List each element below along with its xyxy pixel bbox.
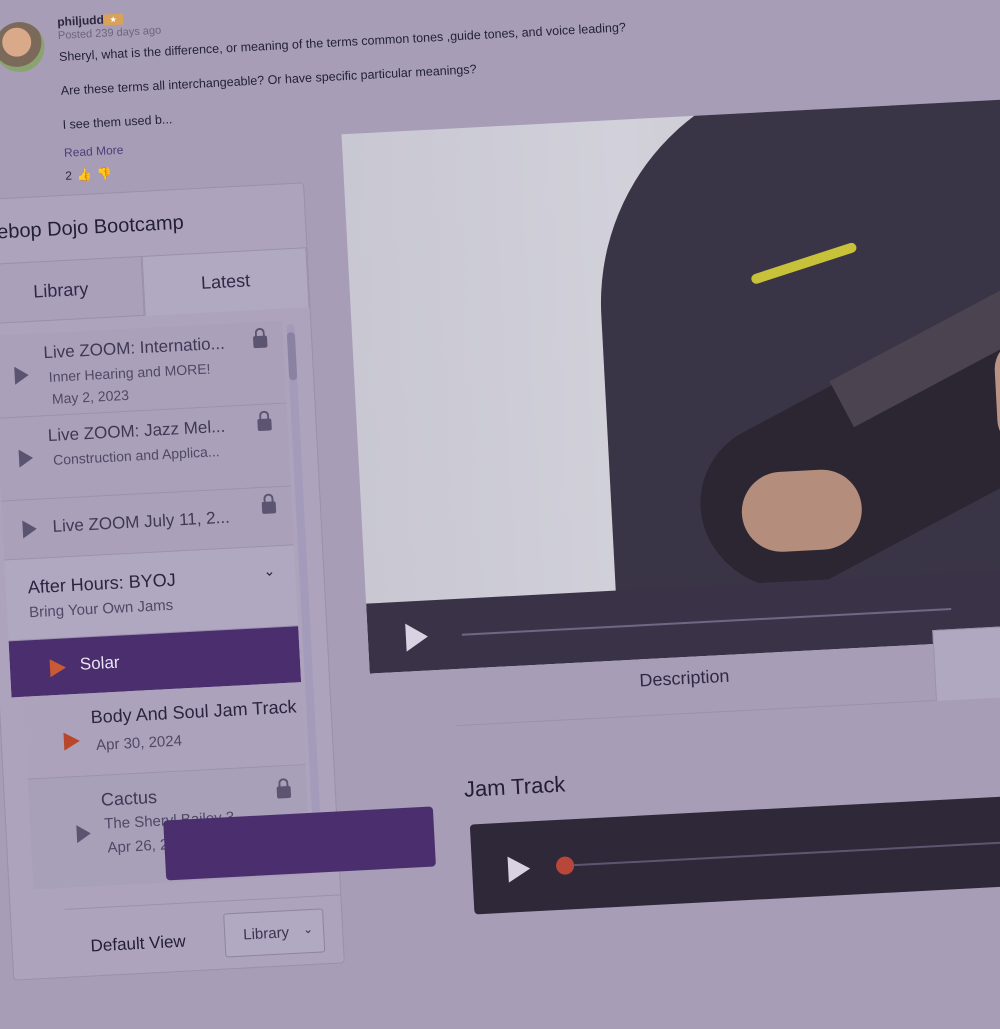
thumbs-down-icon[interactable]: 👎 [97,166,113,181]
chevron-down-icon: ⌄ [302,921,314,937]
play-icon[interactable] [507,855,531,883]
item-title: Live ZOOM: Internatio... [43,333,226,363]
item-title: Cactus [100,786,158,810]
user-avatar[interactable] [0,20,46,74]
item-title: Live ZOOM July 11, 2... [52,507,231,536]
play-icon [22,519,38,539]
jam-track-title: Jam Track [463,771,566,802]
item-title: Body And Soul Jam Track [90,696,298,728]
video-player[interactable] [341,97,1000,674]
video-frame-hand [739,467,864,554]
course-title: ebop Dojo Bootcamp [0,211,185,244]
play-icon [76,824,92,844]
lock-icon [252,335,268,349]
audio-player [469,793,1000,915]
list-item[interactable]: Live ZOOM: Jazz Mel... Construction and … [0,403,291,502]
lock-icon [261,501,277,514]
comment-votes: 2 👍 👎 [65,166,112,182]
list-item[interactable]: Live ZOOM: Internatio... Inner Hearing a… [0,320,287,419]
item-subtitle: Inner Hearing and MORE! [48,360,211,385]
audio-progress-bar[interactable] [574,839,1000,867]
section-title: After Hours: BYOJ [27,569,177,598]
audio-scrubber-handle[interactable] [555,856,575,876]
section-after-hours[interactable]: After Hours: BYOJ Bring Your Own Jams ⌄ [4,545,299,642]
video-progress-bar[interactable] [461,608,952,636]
lock-icon [276,785,292,799]
sidebar-action-button[interactable] [163,806,436,881]
default-view-select[interactable]: Library ⌄ [223,908,326,958]
section-subtitle: Bring Your Own Jams [28,596,174,622]
play-icon[interactable] [405,622,429,652]
play-icon [14,366,30,385]
item-date: May 2, 2023 [51,386,130,407]
comment-username[interactable]: philjudd [57,13,104,29]
tab-library[interactable]: Library [0,255,145,325]
play-icon [63,731,81,751]
tab-secondary[interactable] [932,623,1000,701]
user-badge-icon: ★ [102,13,124,26]
chevron-down-icon[interactable]: ⌄ [263,562,276,580]
tab-latest[interactable]: Latest [141,247,310,316]
lock-icon [257,418,272,432]
item-title: Live ZOOM: Jazz Mel... [47,416,226,446]
item-date: Apr 30, 2024 [95,732,183,754]
sidebar-footer: Default View Library ⌄ [64,894,344,978]
play-icon [18,448,34,468]
list-item[interactable]: Body And Soul Jam Track Apr 30, 2024 [23,682,306,780]
page: philjudd ★ Posted 239 days ago Sheryl, w… [0,0,1000,1027]
play-icon [49,658,67,678]
like-count: 2 [64,168,73,183]
thumbs-up-icon[interactable]: 👍 [77,167,93,182]
scrollbar-thumb[interactable] [286,332,298,381]
read-more-link[interactable]: Read More [64,143,124,160]
select-value: Library [242,923,290,944]
item-subtitle: Construction and Applica... [52,443,220,468]
sidebar-tabs: Library Latest [0,247,310,325]
item-title: Solar [79,652,121,674]
lesson-list: Live ZOOM: Internatio... Inner Hearing a… [0,320,312,895]
default-view-label: Default View [90,931,187,956]
